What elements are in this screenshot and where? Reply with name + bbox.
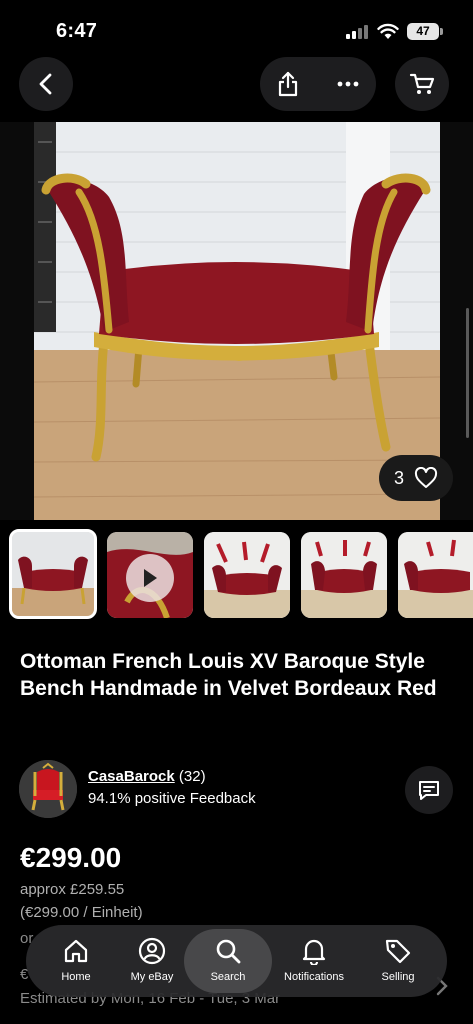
status-bar: 6:47 47 (0, 0, 473, 58)
product-photo (34, 122, 440, 520)
bell-icon (301, 937, 327, 965)
seller-name-row: CasaBarock (32) (88, 768, 206, 785)
share-button[interactable] (274, 69, 302, 99)
tab-search[interactable]: Search (184, 929, 272, 993)
tab-search-label: Search (210, 971, 246, 983)
contact-seller-button[interactable] (405, 766, 453, 814)
more-horizontal-icon (337, 81, 359, 87)
chevron-left-icon (39, 73, 52, 95)
tab-notifications-label: Notifications (284, 971, 344, 983)
tab-notifications[interactable]: Notifications (276, 925, 352, 997)
thumbnail-strip (0, 529, 473, 621)
tab-selling-label: Selling (381, 971, 415, 983)
play-video-button[interactable] (126, 554, 174, 602)
tab-my-ebay[interactable]: My eBay (120, 925, 184, 997)
more-button[interactable] (334, 69, 362, 99)
tag-icon (384, 937, 412, 965)
battery-cap (440, 28, 443, 35)
status-time: 6:47 (56, 20, 98, 42)
listing-title: Ottoman French Louis XV Baroque Style Be… (20, 650, 437, 700)
search-icon (214, 937, 242, 965)
wifi-icon (377, 22, 399, 40)
seller-info[interactable]: CasaBarock (32) 94.1% positive Feedback (19, 758, 455, 820)
seller-feedback-count: (32) (178, 768, 206, 785)
message-icon (419, 781, 439, 800)
heart-icon (414, 467, 438, 488)
thumbnail-3[interactable] (204, 532, 290, 618)
tab-my-ebay-label: My eBay (130, 971, 174, 983)
tab-home[interactable]: Home (44, 925, 108, 997)
price: €299.00 (20, 842, 122, 873)
tab-home-label: Home (61, 971, 91, 983)
gallery-scroll-indicator (466, 308, 469, 438)
share-icon (278, 71, 298, 97)
cellular-signal-icon (346, 25, 370, 39)
battery-indicator: 47 (407, 23, 439, 40)
bottom-tab-bar: Home My eBay Search Notifications Sellin… (26, 925, 447, 997)
share-more-group (260, 57, 376, 111)
thumbnail-4[interactable] (301, 532, 387, 618)
seller-feedback: 94.1% positive Feedback (88, 790, 256, 807)
approx-price: approx £259.55 (20, 881, 125, 898)
user-icon (138, 937, 166, 965)
thumbnail-video[interactable] (107, 532, 193, 618)
home-icon (63, 937, 89, 965)
thumbnail-5[interactable] (398, 532, 473, 618)
unit-price: (€299.00 / Einheit) (20, 904, 143, 921)
back-button[interactable] (19, 57, 73, 111)
tab-selling[interactable]: Selling (366, 925, 430, 997)
watch-button[interactable]: 3 (379, 455, 453, 501)
play-icon (144, 569, 157, 587)
thumbnail-1[interactable] (9, 529, 97, 619)
seller-name-link[interactable]: CasaBarock (88, 768, 175, 785)
cart-icon (409, 73, 435, 94)
cart-button[interactable] (395, 57, 449, 111)
watch-count: 3 (393, 467, 404, 488)
seller-avatar[interactable] (19, 760, 77, 818)
